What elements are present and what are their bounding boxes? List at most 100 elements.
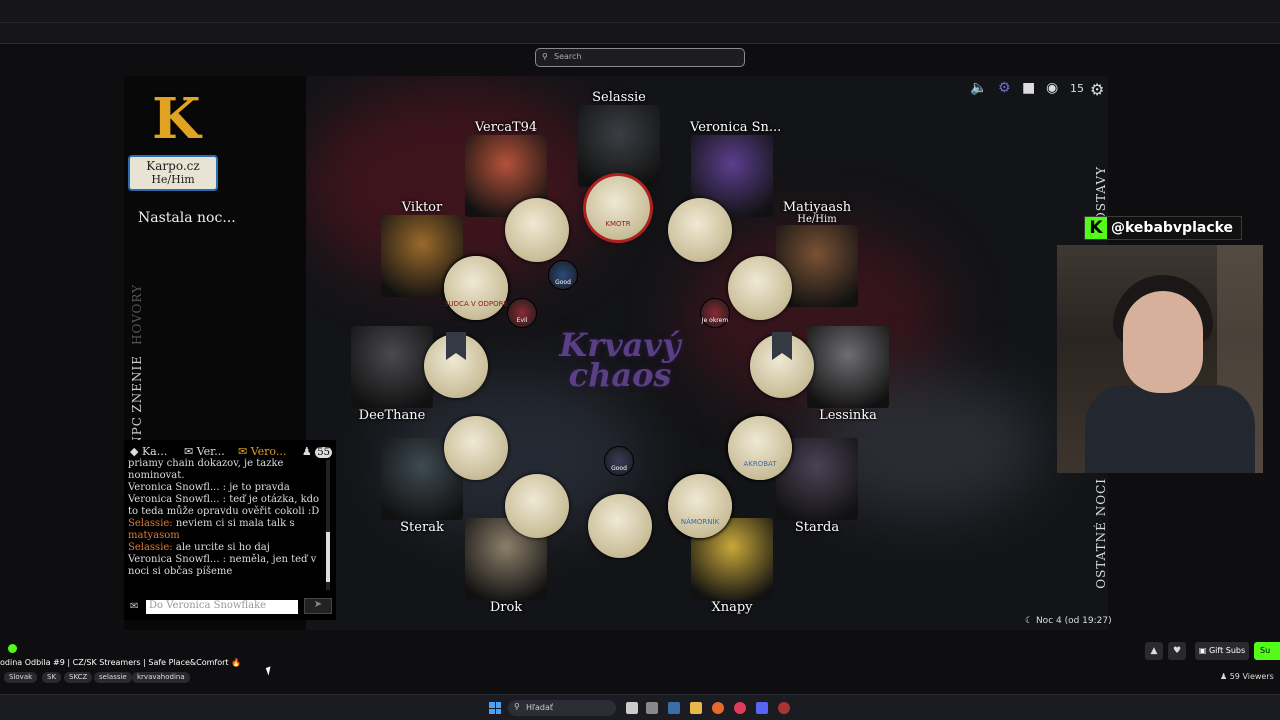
player-seat[interactable]: Selassie bbox=[577, 90, 661, 187]
subscribe-button[interactable]: Su bbox=[1254, 642, 1280, 660]
search-placeholder: Search bbox=[554, 52, 582, 61]
taskbar-search[interactable]: ⚲ Hľadať bbox=[508, 700, 616, 716]
player-name: VercaT94 bbox=[474, 120, 538, 135]
mini-token[interactable]: Je okrem bbox=[700, 298, 730, 328]
tag-slovak[interactable]: Slovak bbox=[4, 672, 38, 683]
tag-sk[interactable]: SK bbox=[42, 672, 62, 683]
player-seat[interactable]: DeeThane bbox=[350, 326, 434, 423]
handle-text: @kebabvplacke bbox=[1111, 220, 1234, 236]
chat-speaker: Veronica Snowfl... bbox=[128, 494, 220, 505]
role-token-label: KMOTR bbox=[605, 220, 631, 228]
counter: 15 bbox=[1070, 82, 1084, 95]
chat-messages: priamy chain dokazov, je tazke nominovat.… bbox=[128, 458, 322, 578]
game-chat: ◆ Ka... ✉ Ver... ✉ Vero... ♟ 55 priamy c… bbox=[124, 440, 336, 620]
streamer-name-badge: Karpo.cz He/Him bbox=[128, 155, 218, 191]
player-portrait bbox=[578, 105, 660, 187]
volume-icon[interactable]: 🔈 bbox=[970, 80, 987, 96]
tab-hovory[interactable]: HOVORY bbox=[130, 284, 144, 345]
camera-icon[interactable]: ■ bbox=[1022, 80, 1035, 96]
chat-input[interactable]: Do Veronica Snowflake bbox=[146, 600, 298, 614]
task-view-icon[interactable] bbox=[626, 702, 638, 714]
users-icon: ♟ bbox=[301, 445, 312, 458]
reminder-token[interactable] bbox=[505, 198, 569, 262]
scrollbar-thumb[interactable] bbox=[326, 532, 330, 582]
viewer-count: ♟ 59 Viewers bbox=[1220, 672, 1274, 681]
tag-skcz[interactable]: SKCZ bbox=[64, 672, 93, 683]
reminder-token[interactable] bbox=[588, 494, 652, 558]
firefox-icon[interactable] bbox=[712, 702, 724, 714]
chat-tab-1[interactable]: ◆ Ka... bbox=[130, 445, 167, 458]
stream-title: odina Odbila #9 | CZ/SK Streamers | Safe… bbox=[0, 658, 242, 667]
role-token[interactable]: NÁMORNÍK bbox=[668, 474, 732, 538]
reminder-token[interactable] bbox=[444, 416, 508, 480]
search-icon: ⚲ bbox=[542, 52, 548, 61]
heart-icon[interactable]: ♥ bbox=[1168, 642, 1186, 660]
tag-krvavahodina[interactable]: krvavahodina bbox=[132, 672, 190, 683]
webcam-person-body bbox=[1085, 385, 1255, 473]
chat-message: Selassie: neviem ci si mala talk s bbox=[128, 518, 322, 530]
search-icon: ⚲ bbox=[514, 702, 520, 711]
mic-muted-icon[interactable]: ⚙ bbox=[998, 80, 1011, 96]
viewers-icon: ♟ bbox=[1220, 672, 1228, 681]
player-name: DeeThane bbox=[358, 408, 426, 423]
chat-message: noci si občas píšeme bbox=[128, 566, 322, 578]
taskbar-search-placeholder: Hľadať bbox=[526, 703, 554, 712]
folder-icon[interactable] bbox=[690, 702, 702, 714]
night-message: Nastala noc... bbox=[138, 210, 236, 226]
reminder-token[interactable] bbox=[505, 474, 569, 538]
night-status: ☾ Noc 4 (od 19:27) bbox=[1025, 616, 1112, 626]
chat-scrollbar[interactable] bbox=[326, 460, 330, 590]
tag-selassie[interactable]: selassie bbox=[94, 672, 132, 683]
wifi-icon[interactable]: ◉ bbox=[1046, 80, 1058, 96]
windows-start-icon[interactable] bbox=[489, 702, 501, 714]
reminder-token[interactable] bbox=[728, 256, 792, 320]
store-icon[interactable] bbox=[646, 702, 658, 714]
chat-tab-3[interactable]: ✉ Vero... bbox=[238, 445, 286, 458]
divider bbox=[0, 22, 1280, 23]
discord-icon[interactable] bbox=[756, 702, 768, 714]
live-indicator bbox=[8, 644, 17, 653]
ribbon-icon bbox=[446, 332, 466, 360]
search-input[interactable]: ⚲ Search bbox=[535, 48, 745, 67]
steam-icon[interactable] bbox=[668, 702, 680, 714]
player-name: Veronica Sn... bbox=[690, 120, 782, 135]
envelope-icon: ✉ bbox=[238, 445, 248, 458]
chat-tab-2[interactable]: ✉ Ver... bbox=[184, 445, 225, 458]
mini-token[interactable]: Evil bbox=[507, 298, 537, 328]
subscribe-label: Su bbox=[1260, 646, 1271, 655]
role-token[interactable]: KMOTR bbox=[586, 176, 650, 240]
send-button[interactable]: ➤ bbox=[304, 598, 332, 614]
chat-speaker: Selassie: bbox=[128, 542, 173, 553]
reminder-token[interactable] bbox=[668, 198, 732, 262]
chat-text: to teda může opravdu ověřit cokoli :D bbox=[128, 506, 320, 517]
online-count: ♟ 55 bbox=[302, 445, 332, 458]
mini-token[interactable]: Good bbox=[604, 446, 634, 476]
chat-message: Veronica Snowfl... : je to pravda bbox=[128, 482, 322, 494]
gear-icon[interactable]: ⚙ bbox=[1090, 80, 1104, 99]
webcam-feed bbox=[1057, 245, 1263, 473]
obs-icon[interactable] bbox=[778, 702, 790, 714]
player-name: Drok bbox=[489, 600, 523, 615]
chat-message: priamy chain dokazov, je tazke bbox=[128, 458, 322, 470]
reminder-token[interactable] bbox=[750, 332, 814, 398]
bell-icon[interactable]: ▲ bbox=[1145, 642, 1163, 660]
player-name: Viktor bbox=[401, 200, 443, 215]
online-count-value: 55 bbox=[315, 447, 332, 458]
player-portrait bbox=[807, 326, 889, 408]
game-title: Krvavý chaos bbox=[548, 329, 692, 391]
tab-znenie[interactable]: ZNENIE bbox=[130, 355, 144, 413]
tab-ostatne-noci[interactable]: OSTATNÉ NOCI bbox=[1094, 478, 1108, 589]
webcam-person-face bbox=[1123, 291, 1203, 393]
mini-token[interactable]: Good bbox=[548, 260, 578, 290]
player-seat[interactable]: Lessinka bbox=[806, 326, 890, 423]
role-token[interactable]: SUDCA V ODPORE bbox=[444, 256, 508, 320]
windows-taskbar: ⚲ Hľadať bbox=[0, 694, 1280, 720]
gift-subs-button[interactable]: ▣ Gift Subs bbox=[1195, 642, 1249, 660]
role-token-label: AKROBAT bbox=[743, 460, 777, 468]
reminder-token[interactable] bbox=[424, 332, 488, 398]
player-pronouns: He/Him bbox=[797, 214, 837, 225]
media-player-icon[interactable] bbox=[734, 702, 746, 714]
role-token[interactable]: AKROBAT bbox=[728, 416, 792, 480]
browser-top-bar bbox=[0, 0, 1280, 44]
chat-speaker: Veronica Snowfl... bbox=[128, 482, 220, 493]
